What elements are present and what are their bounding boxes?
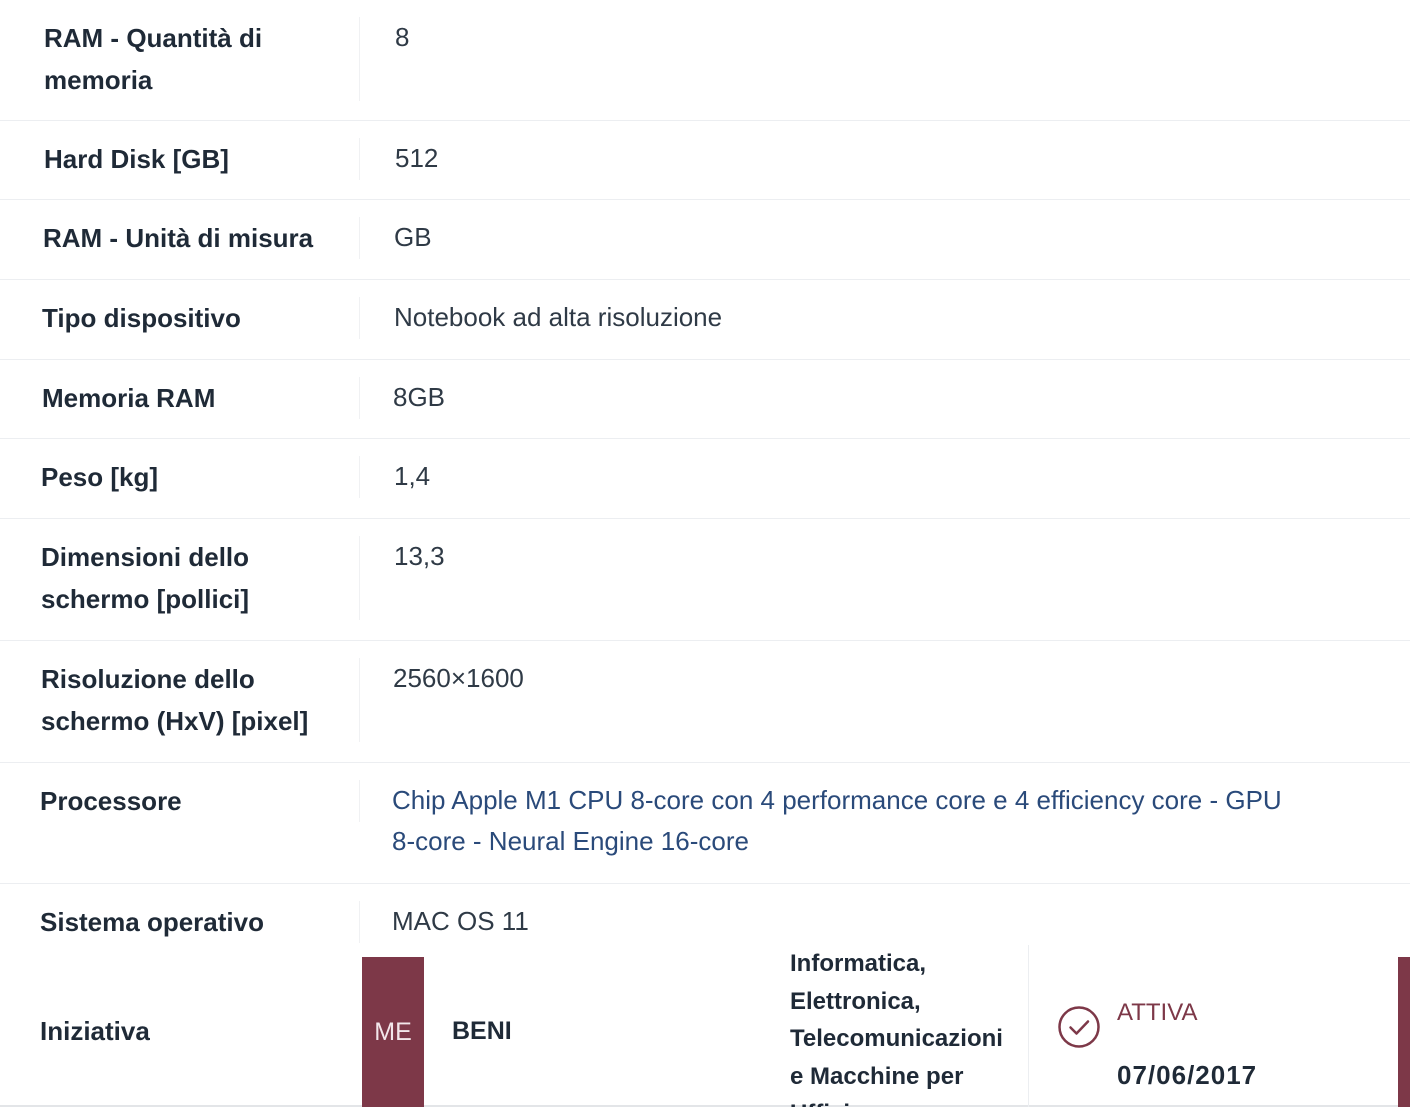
spec-label: Sistema operativo — [0, 901, 360, 943]
spec-value: 8 — [360, 17, 1410, 58]
spec-row-operating-system: Sistema operativo MAC OS 11 — [0, 884, 1410, 961]
initiative-type: BENI — [452, 1016, 512, 1045]
spec-label-line: Tipo dispositivo — [42, 303, 241, 333]
product-spec-table: RAM - Quantità di memoria 8 Hard Disk [G… — [0, 0, 1410, 961]
spec-value: Chip Apple M1 CPU 8-core con 4 performan… — [360, 780, 1410, 862]
spec-label-line: Hard Disk [GB] — [44, 144, 229, 174]
spec-label: RAM - Unità di misura — [0, 217, 360, 259]
spec-label-line: Dimensioni dello — [41, 542, 250, 572]
check-circle-icon — [1058, 1006, 1100, 1048]
spec-label: Hard Disk [GB] — [0, 138, 360, 180]
spec-label: Processore — [0, 780, 360, 822]
spec-row-ram-quantity: RAM - Quantità di memoria 8 — [0, 0, 1410, 121]
spec-label-line: RAM - Quantità di — [44, 23, 263, 53]
spec-row-device-type: Tipo dispositivo Notebook ad alta risolu… — [0, 280, 1410, 360]
spec-label: Dimensioni dello schermo [pollici] — [0, 536, 360, 620]
spec-label-line: Memoria RAM — [42, 383, 216, 413]
category-line: Telecomunicazioni — [790, 1025, 1003, 1052]
marketplace-badge: ME — [362, 957, 424, 1107]
spec-value: 13,3 — [360, 536, 1410, 577]
spec-label-line: schermo (HxV) [pixel] — [41, 706, 309, 736]
spec-value-line: 2560×1600 — [393, 663, 524, 693]
spec-value: GB — [360, 217, 1410, 258]
spec-value-line: 8-core - Neural Engine 16-core — [392, 826, 749, 856]
spec-value-line: 13,3 — [394, 541, 445, 571]
spec-row-screen-resolution: Risoluzione dello schermo (HxV) [pixel] … — [0, 641, 1410, 763]
spec-value: Notebook ad alta risoluzione — [360, 297, 1410, 338]
status-label: ATTIVA — [1117, 999, 1198, 1026]
spec-value: 512 — [360, 138, 1410, 179]
status-date: 07/06/2017 — [1117, 1060, 1258, 1090]
initiative-status: ATTIVA 07/06/2017 — [1029, 957, 1369, 1105]
spec-label: Peso [kg] — [0, 456, 360, 498]
spec-value-line: 8GB — [393, 382, 446, 412]
spec-value-line: 1,4 — [394, 461, 431, 491]
spec-label-line: schermo [pollici] — [41, 584, 250, 614]
spec-row-processor: Processore Chip Apple M1 CPU 8-core con … — [0, 763, 1410, 884]
spec-value: 1,4 — [360, 456, 1410, 497]
spec-row-memory: Memoria RAM 8GB — [0, 360, 1410, 439]
initiative-category: Informatica, Elettronica, Telecomunicazi… — [784, 945, 1029, 1107]
spec-label-line: memoria — [44, 65, 153, 95]
spec-row-screen-size: Dimensioni dello schermo [pollici] 13,3 — [0, 519, 1410, 641]
accent-bar — [1398, 957, 1410, 1107]
spec-value: MAC OS 11 — [360, 901, 1410, 942]
spec-label: Tipo dispositivo — [0, 297, 360, 339]
spec-value-line: 512 — [395, 143, 439, 173]
spec-value-line: MAC OS 11 — [392, 906, 529, 936]
category-line: e Macchine per — [790, 1062, 964, 1090]
initiative-label: Iniziativa — [40, 1015, 150, 1046]
spec-label-line: Peso [kg] — [41, 462, 159, 492]
spec-value-line: 8 — [395, 22, 410, 52]
spec-label: Risoluzione dello schermo (HxV) [pixel] — [0, 658, 360, 742]
spec-label-line: Processore — [40, 786, 182, 816]
category-line: Informatica, — [790, 950, 927, 977]
spec-value-line: GB — [394, 222, 432, 252]
initiative-row: Iniziativa ME BENI Informatica, Elettron… — [0, 945, 1410, 1107]
spec-value-line: Chip Apple M1 CPU 8-core con 4 performan… — [392, 785, 1282, 815]
spec-row-weight: Peso [kg] 1,4 — [0, 439, 1410, 519]
spec-row-hard-disk: Hard Disk [GB] 512 — [0, 121, 1410, 200]
spec-label-line: RAM - Unità di misura — [43, 223, 314, 253]
spec-label: Memoria RAM — [0, 377, 360, 419]
spec-value-line: Notebook ad alta risoluzione — [394, 302, 723, 332]
category-line: Elettronica, — [790, 987, 921, 1015]
spec-row-ram-unit: RAM - Unità di misura GB — [0, 200, 1410, 280]
category-line: Ufficio — [790, 1095, 1028, 1107]
spec-value: 2560×1600 — [360, 658, 1410, 699]
spec-value: 8GB — [360, 377, 1410, 418]
spec-label: RAM - Quantità di memoria — [0, 17, 360, 101]
spec-label-line: Sistema operativo — [40, 907, 264, 937]
spec-label-line: Risoluzione dello — [41, 664, 255, 694]
